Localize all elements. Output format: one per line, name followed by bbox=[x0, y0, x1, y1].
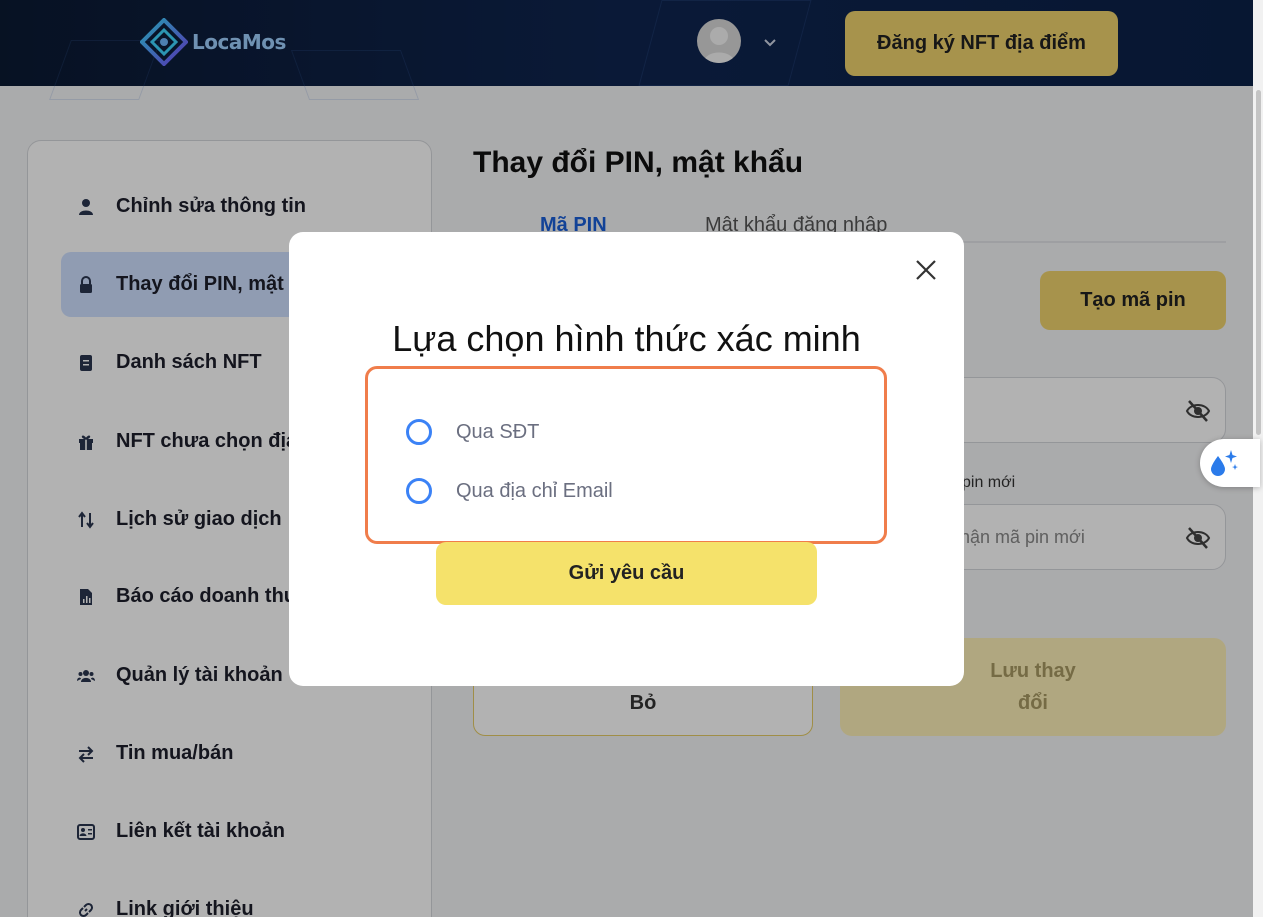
floating-assistant-button[interactable] bbox=[1200, 439, 1260, 487]
radio-phone[interactable] bbox=[406, 419, 432, 445]
send-request-button[interactable]: Gửi yêu cầu bbox=[436, 542, 817, 605]
scrollbar-thumb[interactable] bbox=[1256, 90, 1261, 435]
radio-email[interactable] bbox=[406, 478, 432, 504]
option-label: Qua địa chỉ Email bbox=[456, 479, 613, 502]
option-phone[interactable]: Qua SĐT bbox=[406, 419, 539, 445]
modal-title: Lựa chọn hình thức xác minh bbox=[392, 318, 861, 359]
close-icon[interactable] bbox=[912, 256, 940, 284]
sparkle-drop-icon bbox=[1211, 450, 1238, 476]
verification-options-group: Qua SĐT Qua địa chỉ Email bbox=[365, 366, 887, 544]
verification-method-modal: Lựa chọn hình thức xác minh Qua SĐT Qua … bbox=[289, 232, 964, 686]
option-email[interactable]: Qua địa chỉ Email bbox=[406, 478, 613, 504]
option-label: Qua SĐT bbox=[456, 420, 540, 443]
